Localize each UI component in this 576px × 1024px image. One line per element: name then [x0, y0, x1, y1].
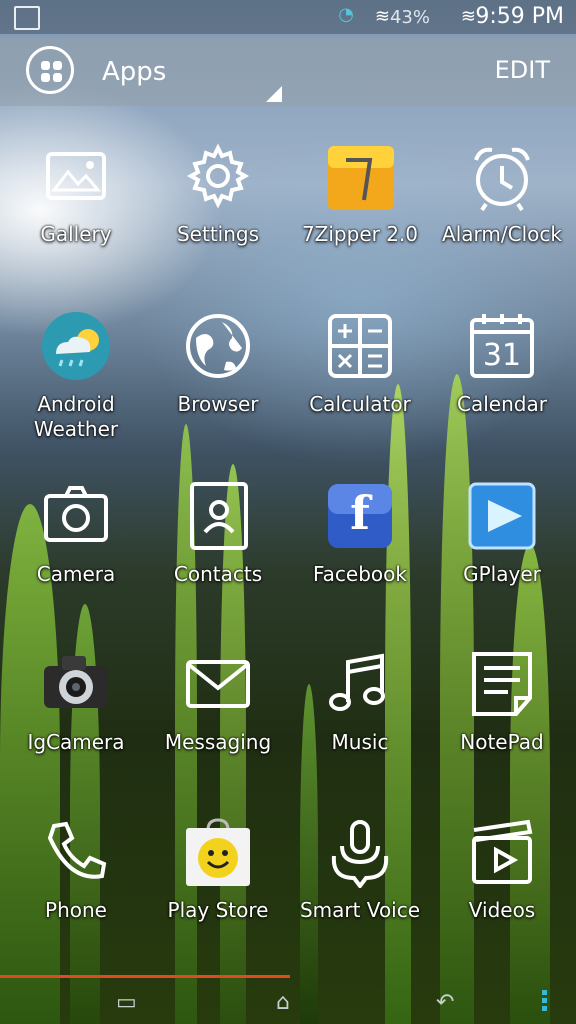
- camera-icon: [40, 480, 112, 552]
- app-label: Calculator: [309, 392, 411, 416]
- recent-apps-icon[interactable]: ▭: [116, 990, 137, 1015]
- phone-icon: [40, 816, 112, 888]
- app-contacts[interactable]: Contacts: [146, 480, 290, 630]
- app-label: NotePad: [460, 730, 544, 754]
- navigation-bar: ▭ ⌂ ↶: [0, 980, 576, 1024]
- shopping-bag-icon: [182, 816, 254, 888]
- app-drawer-header: Apps EDIT: [0, 38, 576, 106]
- page-title[interactable]: Apps: [102, 57, 166, 87]
- back-icon[interactable]: ↶: [436, 990, 454, 1015]
- gallery-icon: [40, 140, 112, 212]
- app-label: 7Zipper 2.0: [301, 222, 419, 246]
- app-label: Music: [331, 730, 389, 754]
- app-label: Android Weather: [33, 392, 119, 441]
- play-icon: [466, 480, 538, 552]
- signal-icon: ≋: [374, 6, 390, 27]
- gear-icon: [182, 140, 254, 212]
- zipper-folder-icon: [324, 140, 396, 212]
- app-browser[interactable]: Browser: [146, 310, 290, 460]
- app-messaging[interactable]: Messaging: [146, 648, 290, 798]
- app-label: Calendar: [457, 392, 547, 416]
- app-smart-voice[interactable]: Smart Voice: [288, 816, 432, 966]
- music-note-icon: [324, 648, 396, 720]
- app-calendar[interactable]: 31 Calendar: [430, 310, 574, 460]
- app-alarm-clock[interactable]: Alarm/Clock: [430, 140, 574, 290]
- app-android-weather[interactable]: Android Weather: [4, 310, 148, 460]
- globe-icon: [182, 310, 254, 382]
- app-label: Messaging: [164, 730, 272, 754]
- facebook-icon: f: [324, 480, 396, 552]
- app-play-store[interactable]: Play Store: [146, 816, 290, 966]
- app-label: Videos: [468, 898, 536, 922]
- microphone-icon: [324, 816, 396, 890]
- clapperboard-icon: [466, 816, 538, 888]
- dropdown-triangle-icon: [266, 86, 282, 102]
- app-label: Contacts: [173, 562, 263, 586]
- app-label: Facebook: [313, 562, 407, 586]
- signal-icon: ≋: [460, 6, 476, 27]
- envelope-icon: [182, 648, 254, 720]
- app-igcamera[interactable]: IgCamera: [4, 648, 148, 798]
- app-label: Phone: [45, 898, 107, 922]
- app-label: Gallery: [40, 222, 112, 246]
- calendar-icon: 31: [466, 310, 538, 382]
- app-label: Play Store: [167, 898, 269, 922]
- status-bar: ◔ ≋ 43% ≋ 9:59 PM: [0, 0, 576, 34]
- app-label: Alarm/Clock: [442, 222, 562, 246]
- page-indicator-bar: [0, 975, 290, 978]
- app-7zipper[interactable]: 7Zipper 2.0: [288, 140, 432, 290]
- wifi-icon: ◔: [338, 4, 354, 25]
- app-settings[interactable]: Settings: [146, 140, 290, 290]
- app-label: GPlayer: [463, 562, 541, 586]
- calculator-icon: [324, 310, 396, 382]
- battery-percent: 43%: [389, 7, 430, 28]
- app-phone[interactable]: Phone: [4, 816, 148, 966]
- app-gplayer[interactable]: GPlayer: [430, 480, 574, 630]
- edit-button[interactable]: EDIT: [495, 56, 550, 84]
- gallery-notification-icon: [14, 6, 40, 30]
- app-label: Settings: [176, 222, 260, 246]
- dslr-camera-icon: [40, 648, 112, 720]
- app-videos[interactable]: Videos: [430, 816, 574, 966]
- app-grid-button[interactable]: [26, 46, 74, 94]
- app-notepad[interactable]: NotePad: [430, 648, 574, 798]
- alarm-clock-icon: [466, 140, 538, 212]
- app-label: Browser: [177, 392, 259, 416]
- facebook-letter: f: [350, 486, 370, 540]
- menu-dots-icon[interactable]: [542, 990, 548, 1016]
- app-camera[interactable]: Camera: [4, 480, 148, 630]
- home-icon[interactable]: ⌂: [276, 990, 290, 1015]
- app-label: IgCamera: [27, 730, 125, 754]
- app-gallery[interactable]: Gallery: [4, 140, 148, 290]
- app-music[interactable]: Music: [288, 648, 432, 798]
- clock: 9:59 PM: [475, 4, 564, 29]
- weather-icon: [40, 310, 112, 382]
- app-calculator[interactable]: Calculator: [288, 310, 432, 460]
- app-label: Smart Voice: [299, 898, 421, 922]
- app-label: Camera: [36, 562, 116, 586]
- calendar-day-number: 31: [482, 338, 522, 373]
- contacts-icon: [182, 480, 254, 552]
- notepad-icon: [466, 648, 538, 720]
- app-facebook[interactable]: f Facebook: [288, 480, 432, 630]
